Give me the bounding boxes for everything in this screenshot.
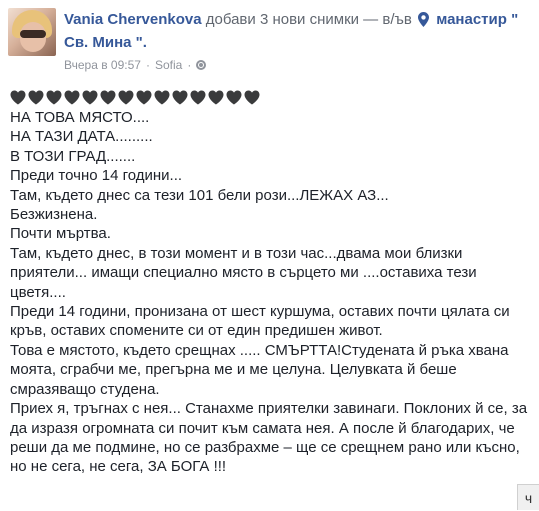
meta-separator: · — [187, 58, 192, 72]
post-text-line: Това е мястото, където срещнах ..... СМЪ… — [10, 341, 509, 359]
author-name-link[interactable]: Vania Chervenkova — [64, 11, 202, 28]
post-header: Vania Chervenkova добави 3 нови снимки —… — [64, 10, 534, 53]
post-meta: Вчера в 09:57 · Sofia · — [64, 58, 207, 72]
place-link[interactable]: манастир " — [436, 11, 518, 28]
post-text-line: Там, където днес, в този момент и в този… — [10, 244, 463, 262]
post-text-line: моята, сграбчи ме, прегърна ме и ме целу… — [10, 361, 457, 379]
black-heart-icon — [100, 90, 116, 105]
black-heart-icon — [154, 90, 170, 105]
post-text-line: кръв, оставих спомените си от един преди… — [10, 322, 383, 340]
place-link-continued[interactable]: Св. Мина ". — [64, 33, 534, 53]
black-heart-icon — [172, 90, 188, 105]
post-text-line: В ТОЗИ ГРАД....... — [10, 147, 136, 165]
post-text-line: НА ТАЗИ ДАТА......... — [10, 128, 153, 146]
black-heart-icon — [46, 90, 62, 105]
side-chat-tab[interactable]: ч — [517, 484, 539, 510]
author-avatar[interactable] — [8, 8, 56, 56]
hearts-row — [10, 90, 260, 105]
black-heart-icon — [82, 90, 98, 105]
post-text-line: НА ТОВА МЯСТО.... — [10, 109, 150, 126]
meta-separator: · — [145, 58, 150, 72]
black-heart-icon — [118, 90, 134, 105]
post-body: НА ТОВА МЯСТО.... НА ТАЗИ ДАТА......... В … — [10, 108, 538, 477]
black-heart-icon — [10, 90, 26, 105]
black-heart-icon — [28, 90, 44, 105]
black-heart-icon — [226, 90, 242, 105]
post-text-line: но не сега, не сега, ЗА БОГА !!! — [10, 458, 227, 476]
black-heart-icon — [64, 90, 80, 105]
black-heart-icon — [208, 90, 224, 105]
post-action-text: добави 3 нови снимки — в/ъв — [205, 11, 412, 28]
privacy-globe-icon[interactable] — [196, 60, 207, 70]
post-header-line1: Vania Chervenkova добави 3 нови снимки —… — [64, 10, 534, 33]
post-text-line: Преди 14 години, пронизана от шест куршу… — [10, 303, 510, 321]
post-text-line: да изразя огромната си почит към самата … — [10, 419, 515, 437]
post-text-line: Безжизнена. — [10, 206, 98, 224]
post-text-line: реши да ме подмине, но се разбрахме – ще… — [10, 438, 520, 456]
post-timestamp-link[interactable]: Вчера в 09:57 — [64, 58, 141, 72]
black-heart-icon — [136, 90, 152, 105]
black-heart-icon — [244, 90, 260, 105]
location-pin-icon — [418, 12, 430, 33]
black-heart-icon — [190, 90, 206, 105]
post-text-line: Приех я, тръгнах с нея... Станахме прият… — [10, 400, 528, 418]
post-text-line: смразяващо студена. — [10, 380, 160, 398]
post-text-line: приятели... имащи специално място в сърц… — [10, 264, 477, 282]
post-text-line: Там, където днес са тези 101 бели рози..… — [10, 186, 389, 204]
post-text-line: цветя.... — [10, 283, 66, 301]
avatar-sunglasses — [20, 30, 46, 38]
post-text-line: Преди точно 14 години... — [10, 167, 183, 185]
post-location-city[interactable]: Sofia — [155, 58, 182, 72]
post-text-line: Почти мъртва. — [10, 225, 111, 243]
